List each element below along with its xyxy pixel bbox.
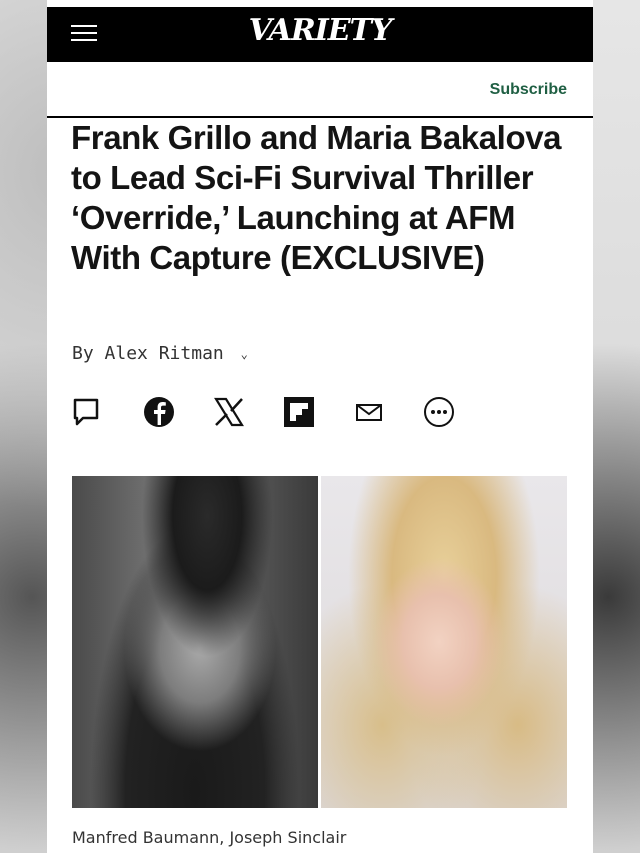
facebook-icon[interactable]: [141, 394, 177, 430]
byline: By Alex Ritman ⌄: [72, 343, 248, 364]
photo-maria-bakalova: [321, 476, 567, 808]
chevron-down-icon[interactable]: ⌄: [241, 347, 248, 361]
more-icon[interactable]: [421, 394, 457, 430]
article-page: VARIETY Subscribe Frank Grillo and Maria…: [47, 0, 593, 853]
photo-frank-grillo: [72, 476, 318, 808]
byline-prefix: By: [72, 343, 94, 364]
author-link[interactable]: Alex Ritman: [105, 343, 224, 364]
photo-caption: Manfred Baumann, Joseph Sinclair: [72, 828, 347, 847]
article-headline: Frank Grillo and Maria Bakalova to Lead …: [71, 119, 562, 276]
x-icon[interactable]: [211, 394, 247, 430]
subscribe-link[interactable]: Subscribe: [490, 81, 567, 99]
top-nav-bar: VARIETY: [47, 7, 593, 62]
flipboard-icon[interactable]: [281, 394, 317, 430]
email-icon[interactable]: [351, 394, 387, 430]
comment-icon[interactable]: [69, 394, 105, 430]
variety-logo[interactable]: VARIETY: [47, 13, 593, 48]
